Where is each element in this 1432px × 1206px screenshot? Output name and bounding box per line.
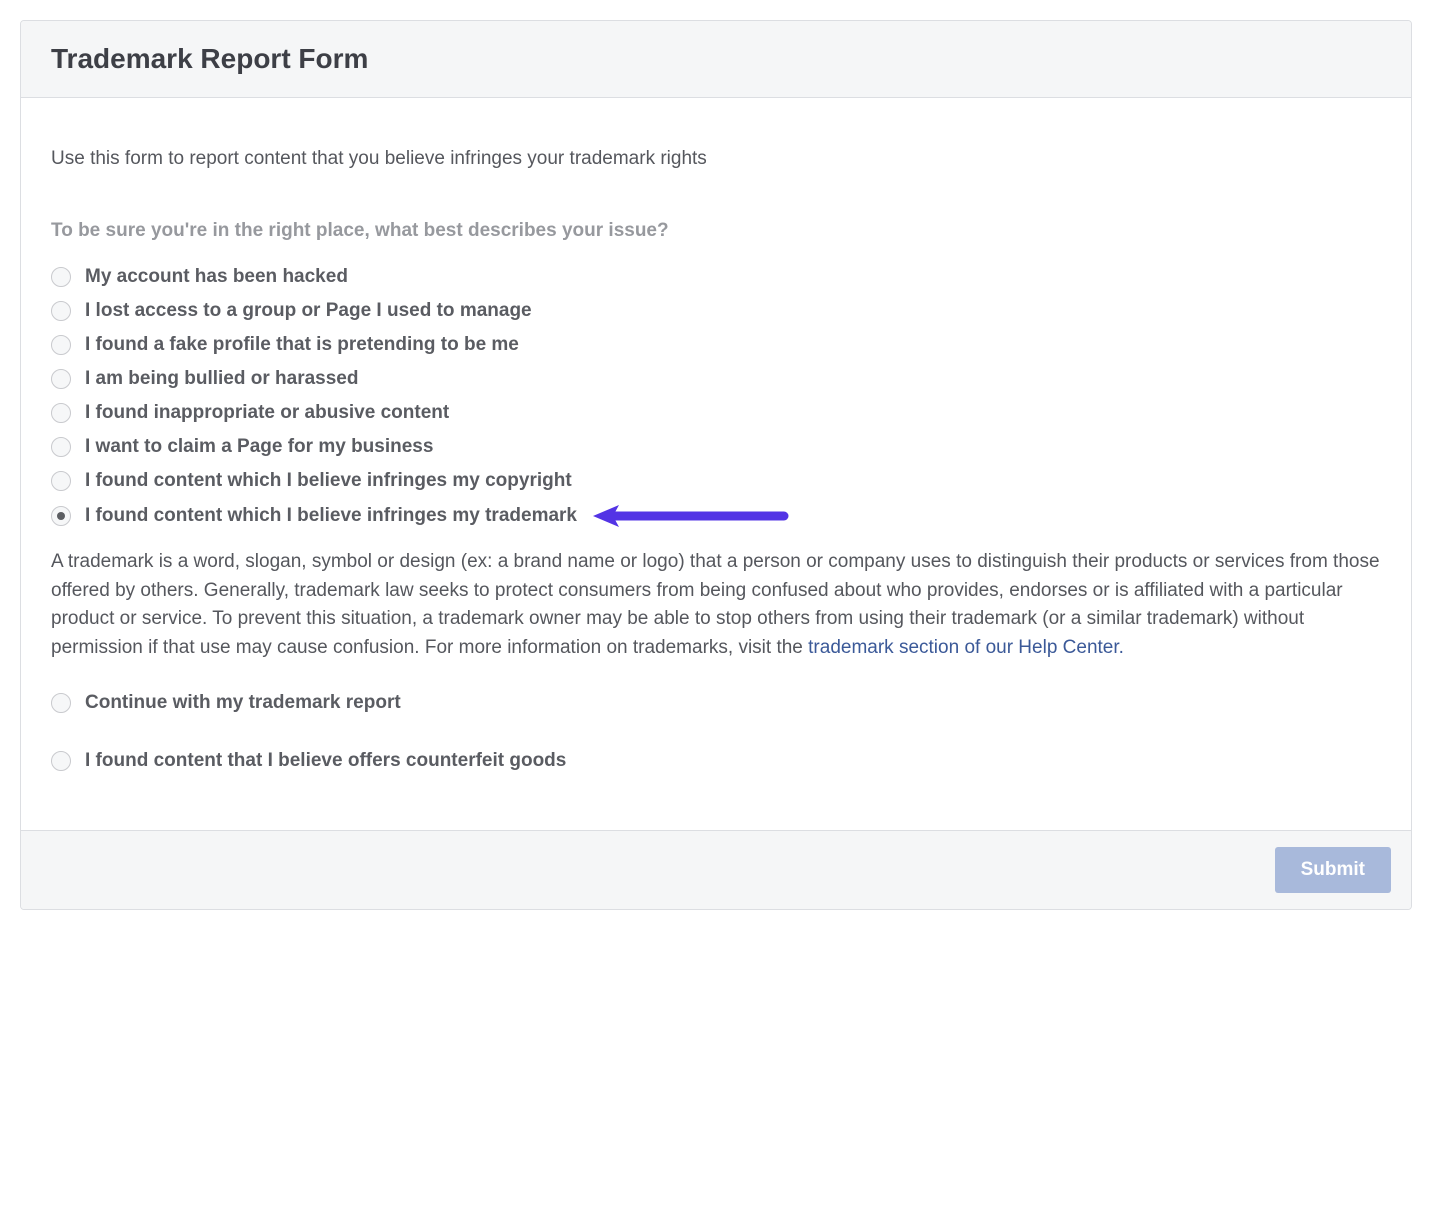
radio-icon <box>51 301 71 321</box>
help-center-link[interactable]: trademark section of our Help Center. <box>808 637 1124 658</box>
submit-button[interactable]: Submit <box>1275 847 1391 893</box>
radio-label: I found content which I believe infringe… <box>85 470 572 492</box>
panel-footer: Submit <box>21 830 1411 909</box>
radio-label: I am being bullied or harassed <box>85 368 358 390</box>
arrow-left-icon <box>589 504 789 528</box>
description-text: A trademark is a word, slogan, symbol or… <box>51 551 1380 658</box>
radio-icon <box>51 335 71 355</box>
radio-icon <box>51 437 71 457</box>
radio-label: I found a fake profile that is pretendin… <box>85 334 519 356</box>
radio-option-inappropriate[interactable]: I found inappropriate or abusive content <box>51 396 1381 430</box>
radio-label: Continue with my trademark report <box>85 692 401 714</box>
radio-label: My account has been hacked <box>85 266 348 288</box>
radio-option-counterfeit[interactable]: I found content that I believe offers co… <box>51 742 1381 780</box>
report-form-panel: Trademark Report Form Use this form to r… <box>20 20 1412 910</box>
radio-icon <box>51 369 71 389</box>
panel-body: Use this form to report content that you… <box>21 98 1411 830</box>
radio-label: I found content that I believe offers co… <box>85 750 566 772</box>
radio-icon <box>51 506 71 526</box>
panel-header: Trademark Report Form <box>21 21 1411 98</box>
radio-option-trademark[interactable]: I found content which I believe infringe… <box>51 498 1381 534</box>
question-text: To be sure you're in the right place, wh… <box>51 220 1381 242</box>
radio-option-bullied[interactable]: I am being bullied or harassed <box>51 362 1381 396</box>
page-title: Trademark Report Form <box>51 43 1381 75</box>
issue-radio-group: My account has been hacked I lost access… <box>51 260 1381 534</box>
radio-icon <box>51 751 71 771</box>
radio-icon <box>51 471 71 491</box>
radio-option-hacked[interactable]: My account has been hacked <box>51 260 1381 294</box>
radio-icon <box>51 693 71 713</box>
radio-label: I found inappropriate or abusive content <box>85 402 449 424</box>
radio-label: I lost access to a group or Page I used … <box>85 300 532 322</box>
radio-icon <box>51 403 71 423</box>
intro-text: Use this form to report content that you… <box>51 148 1381 170</box>
radio-option-copyright[interactable]: I found content which I believe infringe… <box>51 464 1381 498</box>
radio-option-lost-access[interactable]: I lost access to a group or Page I used … <box>51 294 1381 328</box>
radio-option-continue[interactable]: Continue with my trademark report <box>51 684 1381 722</box>
radio-label: I found content which I believe infringe… <box>85 505 577 527</box>
radio-label: I want to claim a Page for my business <box>85 436 433 458</box>
radio-option-claim-page[interactable]: I want to claim a Page for my business <box>51 430 1381 464</box>
radio-option-fake-profile[interactable]: I found a fake profile that is pretendin… <box>51 328 1381 362</box>
radio-icon <box>51 267 71 287</box>
trademark-description: A trademark is a word, slogan, symbol or… <box>51 548 1381 662</box>
